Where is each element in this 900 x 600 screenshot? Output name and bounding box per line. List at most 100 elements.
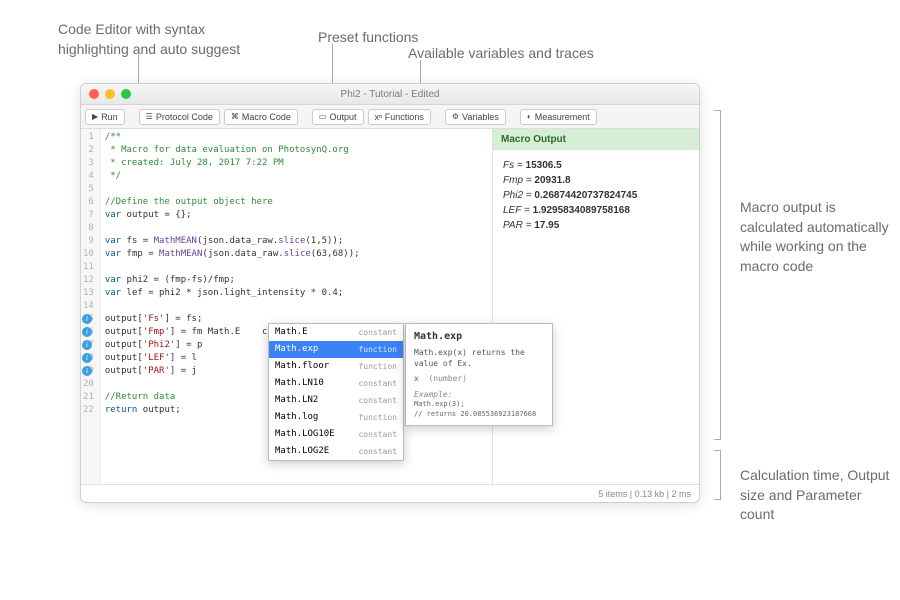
line-number: 1 xyxy=(83,131,94,144)
doc-param-name: x xyxy=(414,374,419,383)
line-number: 7 xyxy=(83,209,94,222)
annotation-functions: Preset functions xyxy=(318,28,418,48)
pointer-line xyxy=(138,54,139,86)
close-icon[interactable] xyxy=(89,89,99,99)
protocol-code-button[interactable]: ☰Protocol Code xyxy=(139,109,220,125)
run-button[interactable]: ▶Run xyxy=(85,109,125,125)
annotation-output: Macro output is calculated automatically… xyxy=(740,198,890,276)
code-line[interactable]: var phi2 = (fmp-fs)/fmp; xyxy=(105,274,488,287)
line-number: 8 xyxy=(83,222,94,235)
suggest-item[interactable]: Math.logfunction xyxy=(269,409,403,426)
macro-code-button[interactable]: ⌘Macro Code xyxy=(224,109,298,125)
output-row: PAR = 17.95 xyxy=(503,220,689,231)
suggest-item[interactable]: Math.LOG10Econstant xyxy=(269,426,403,443)
output-row: Fs = 15306.5 xyxy=(503,160,689,171)
run-label: Run xyxy=(101,112,118,122)
code-line[interactable] xyxy=(105,183,488,196)
code-line[interactable]: //Define the output object here xyxy=(105,196,488,209)
code-line[interactable] xyxy=(105,300,488,313)
main-area: 12345678910111213141516171819202122 /** … xyxy=(81,129,699,484)
output-panel: Macro Output Fs = 15306.5 Fmp = 20931.8 Ph… xyxy=(493,129,699,484)
status-bar: 5 items | 0.13 kb | 2 ms xyxy=(81,484,699,502)
line-number: 19 xyxy=(83,365,94,378)
output-button[interactable]: ▭Output xyxy=(312,109,364,125)
doc-desc: Math.exp(x) returns the value of Ex. xyxy=(414,347,544,369)
variables-label: Variables xyxy=(462,112,499,122)
measurement-label: Measurement xyxy=(535,112,590,122)
code-line[interactable]: * created: July 28, 2017 7:22 PM xyxy=(105,157,488,170)
output-row: LEF = 1.9295834089758168 xyxy=(503,205,689,216)
output-rows: Fs = 15306.5 Fmp = 20931.8 Phi2 = 0.268744… xyxy=(503,160,689,231)
code-editor[interactable]: 12345678910111213141516171819202122 /** … xyxy=(81,129,493,484)
line-number: 10 xyxy=(83,248,94,261)
code-line[interactable]: */ xyxy=(105,170,488,183)
code-line[interactable]: var lef = phi2 * json.light_intensity * … xyxy=(105,287,488,300)
line-number: 5 xyxy=(83,183,94,196)
annotation-variables: Available variables and traces xyxy=(408,44,594,64)
suggest-item[interactable]: Math.LN10constant xyxy=(269,375,403,392)
annotation-editor: Code Editor with syntax highlighting and… xyxy=(58,20,240,59)
code-line[interactable]: /** xyxy=(105,131,488,144)
line-number: 17 xyxy=(83,339,94,352)
line-number: 3 xyxy=(83,157,94,170)
functions-button[interactable]: xⁿ Functions xyxy=(368,109,431,125)
measurement-button[interactable]: ◐Measurement xyxy=(520,109,597,125)
line-number: 2 xyxy=(83,144,94,157)
code-icon: ⌘ xyxy=(231,112,239,121)
macro-label: Macro Code xyxy=(242,112,291,122)
stack-icon: ☰ xyxy=(146,112,153,121)
line-number: 18 xyxy=(83,352,94,365)
code-line[interactable]: * Macro for data evaluation on PhotosynQ… xyxy=(105,144,488,157)
variables-button[interactable]: ⚙Variables xyxy=(445,109,506,125)
doc-example-label: Example: xyxy=(414,389,544,400)
bracket xyxy=(715,110,721,440)
doc-title: Math.exp xyxy=(414,330,544,344)
protocol-label: Protocol Code xyxy=(156,112,213,122)
output-row: Fmp = 20931.8 xyxy=(503,175,689,186)
code-line[interactable]: var output = {}; xyxy=(105,209,488,222)
output-row: Phi2 = 0.26874420737824745 xyxy=(503,190,689,201)
code-line[interactable] xyxy=(105,261,488,274)
suggest-item[interactable]: Math.LOG2Econstant xyxy=(269,443,403,460)
gutter: 12345678910111213141516171819202122 xyxy=(81,129,101,484)
code-line[interactable]: var fmp = MathMEAN(json.data_raw.slice(6… xyxy=(105,248,488,261)
suggest-item[interactable]: Math.floorfunction xyxy=(269,358,403,375)
toolbar: ▶Run ☰Protocol Code ⌘Macro Code ▭Output … xyxy=(81,105,699,129)
window-title: Phi2 - Tutorial - Edited xyxy=(341,89,440,100)
suggest-item[interactable]: Math.expfunction xyxy=(269,341,403,358)
line-number: 14 xyxy=(83,300,94,313)
doc-example-code: Math.exp(3); // returns 20.0855369231876… xyxy=(414,400,544,420)
line-number: 13 xyxy=(83,287,94,300)
suggest-item[interactable]: Math.LN2constant xyxy=(269,392,403,409)
line-number: 11 xyxy=(83,261,94,274)
suggest-item[interactable]: Math.Econstant xyxy=(269,324,403,341)
line-number: 6 xyxy=(83,196,94,209)
titlebar: Phi2 - Tutorial - Edited xyxy=(81,84,699,105)
app-window: Phi2 - Tutorial - Edited ▶Run ☰Protocol … xyxy=(80,83,700,503)
line-number: 9 xyxy=(83,235,94,248)
output-header: Macro Output xyxy=(493,129,699,150)
line-number: 20 xyxy=(83,378,94,391)
line-number: 22 xyxy=(83,404,94,417)
code-line[interactable] xyxy=(105,222,488,235)
line-number: 16 xyxy=(83,326,94,339)
zoom-icon[interactable] xyxy=(121,89,131,99)
annotation-status: Calculation time, Output size and Parame… xyxy=(740,466,890,525)
minimize-icon[interactable] xyxy=(105,89,115,99)
play-icon: ▶ xyxy=(92,112,98,121)
line-number: 4 xyxy=(83,170,94,183)
bracket xyxy=(715,450,721,500)
doc-param-type: (number) xyxy=(428,374,467,383)
autocomplete-popup[interactable]: Math.EconstantMath.expfunctionMath.floor… xyxy=(268,323,404,461)
code-line[interactable]: var fs = MathMEAN(json.data_raw.slice(1,… xyxy=(105,235,488,248)
doc-popup: Math.exp Math.exp(x) returns the value o… xyxy=(405,323,553,426)
gauge-icon: ◐ xyxy=(527,112,532,121)
functions-label: xⁿ Functions xyxy=(375,112,424,122)
line-number: 12 xyxy=(83,274,94,287)
link-icon: ⚙ xyxy=(452,112,459,121)
line-number: 15 xyxy=(83,313,94,326)
output-label: Output xyxy=(329,112,356,122)
traffic-lights xyxy=(89,89,131,99)
panel-icon: ▭ xyxy=(319,112,327,121)
line-number: 21 xyxy=(83,391,94,404)
